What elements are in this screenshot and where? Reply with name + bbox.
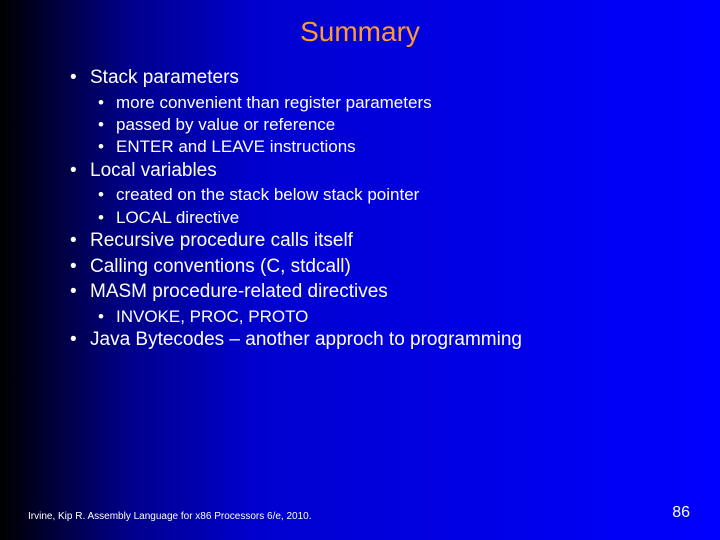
sub-bullet: created on the stack below stack pointer bbox=[98, 184, 700, 205]
sub-list: INVOKE, PROC, PROTO bbox=[70, 306, 700, 327]
bullet-calling-conventions: Calling conventions (C, stdcall) bbox=[70, 255, 700, 279]
sub-bullet: LOCAL directive bbox=[98, 207, 700, 228]
slide: Summary Stack parameters more convenient… bbox=[0, 0, 720, 540]
page-number: 86 bbox=[672, 504, 690, 522]
sub-bullet: INVOKE, PROC, PROTO bbox=[98, 306, 700, 327]
sub-list: more convenient than register parameters… bbox=[70, 92, 700, 158]
bullet-java-bytecodes: Java Bytecodes – another approch to prog… bbox=[70, 328, 700, 352]
bullet-masm-directives: MASM procedure-related directives bbox=[70, 280, 700, 304]
bullet-local-variables: Local variables bbox=[70, 159, 700, 183]
sub-bullet: more convenient than register parameters bbox=[98, 92, 700, 113]
sub-bullet: passed by value or reference bbox=[98, 114, 700, 135]
slide-title: Summary bbox=[0, 0, 720, 48]
bullet-recursive: Recursive procedure calls itself bbox=[70, 229, 700, 253]
sub-list: created on the stack below stack pointer… bbox=[70, 184, 700, 228]
slide-content: Stack parameters more convenient than re… bbox=[0, 48, 720, 352]
bullet-stack-parameters: Stack parameters bbox=[70, 66, 700, 90]
sub-bullet: ENTER and LEAVE instructions bbox=[98, 136, 700, 157]
footer-citation: Irvine, Kip R. Assembly Language for x86… bbox=[28, 511, 312, 522]
